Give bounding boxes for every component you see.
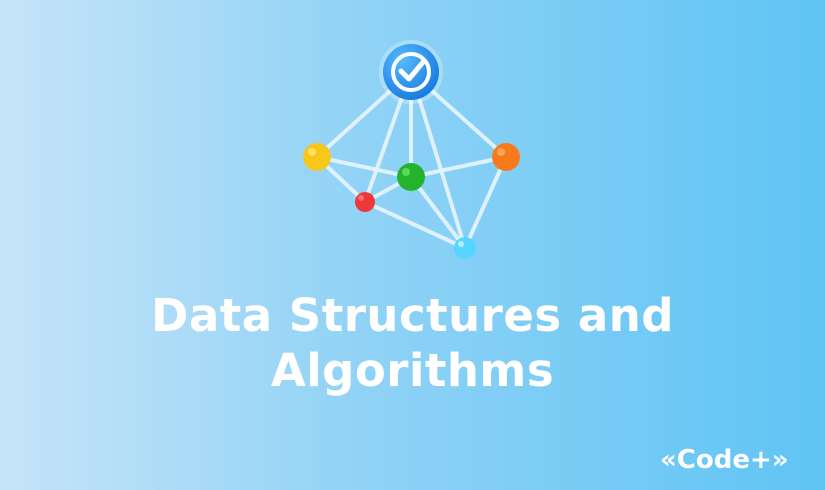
green-node-circle — [397, 163, 425, 191]
title-line-1: Data Structures and — [151, 289, 674, 342]
banner: Data Structures and Algorithms «Code+» — [0, 0, 825, 490]
orange-node — [492, 143, 520, 171]
orange-node-highlight — [497, 148, 505, 156]
yellow-node — [303, 143, 331, 171]
title-line-2: Algorithms — [270, 344, 555, 397]
red-node-circle — [355, 192, 375, 212]
edge-orange-cyan — [463, 155, 508, 250]
green-node-highlight — [402, 168, 410, 176]
cyan-node-circle — [454, 237, 476, 259]
cyan-node — [454, 237, 476, 259]
check-badge-icon — [379, 40, 443, 104]
edge-yellow-green — [315, 155, 413, 179]
yellow-node-highlight — [308, 148, 316, 156]
red-node-highlight — [358, 195, 364, 201]
cyan-node-highlight — [458, 241, 464, 247]
data-structure-graph — [303, 40, 520, 259]
brand-logo: «Code+» — [660, 445, 789, 475]
yellow-node-circle — [303, 143, 331, 171]
red-node — [355, 192, 375, 212]
edge-green-orange — [409, 155, 508, 179]
green-node — [397, 163, 425, 191]
orange-node-circle — [492, 143, 520, 171]
